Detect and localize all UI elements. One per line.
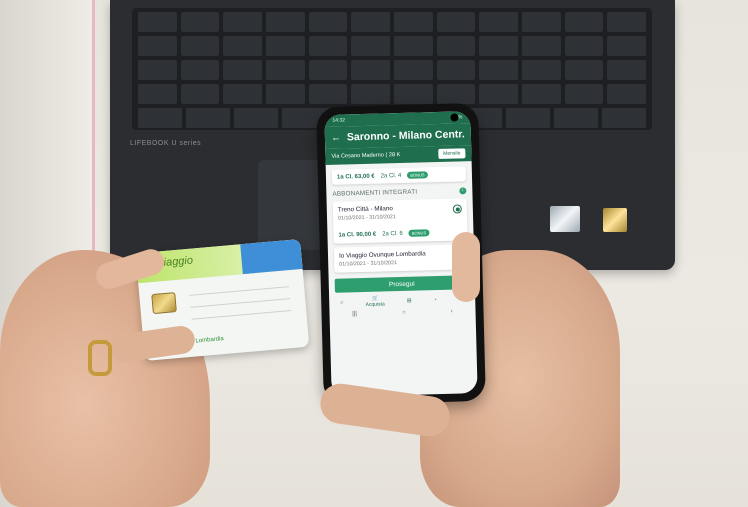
proceed-button[interactable]: Prosegui: [334, 275, 469, 293]
card-band-blue: [240, 239, 303, 275]
nav-home-icon[interactable]: ⌂: [340, 300, 343, 306]
nav-tickets-icon[interactable]: ▤: [407, 298, 412, 304]
nav-buy-label: Acquista: [365, 301, 385, 308]
ticket-dates: 01/10/2021 - 31/10/2021: [339, 260, 398, 268]
right-finger: [452, 232, 480, 302]
via-row: Via Cesano Maderno ( 28 K Mensile: [325, 145, 472, 165]
key-row: [138, 60, 647, 80]
ticket-option[interactable]: Io Viaggio Ovunque Lombardia 01/10/2021 …: [333, 244, 469, 273]
second-class-price: 2a Cl. 6: [382, 230, 403, 237]
gold-ring: [88, 340, 112, 376]
base-price-box[interactable]: 1a Cl. 63,00 € 2a Cl. 4 BONUS: [331, 166, 467, 185]
back-arrow-icon[interactable]: ←: [331, 132, 341, 143]
gold-sticker: [603, 208, 627, 232]
monthly-button[interactable]: Mensile: [438, 148, 466, 159]
ticket-option[interactable]: Treno Città - Milano 01/10/2021 - 31/10/…: [332, 198, 468, 244]
card-field-line: [191, 310, 292, 320]
bonus-badge: BONUS: [407, 171, 428, 179]
silver-sticker: [550, 206, 580, 232]
status-time: 14:32: [332, 117, 346, 124]
via-label: Via Cesano Maderno ( 28 K: [331, 151, 401, 160]
first-class-price: 1a Cl. 90,00 €: [338, 231, 377, 239]
first-class-price: 1a Cl. 63,00 €: [336, 173, 375, 181]
info-icon[interactable]: i: [459, 187, 467, 195]
key-row: [138, 84, 647, 104]
second-class-price: 2a Cl. 4: [380, 172, 402, 180]
home-circle-icon[interactable]: ○: [402, 310, 406, 316]
card-chip: [151, 292, 177, 315]
card-field-line: [189, 286, 290, 296]
bonus-badge: BONUS: [408, 229, 430, 237]
section-header: ABBONAMENTI INTEGRATI i: [332, 187, 467, 198]
key-row: [138, 36, 647, 56]
system-back-icon[interactable]: ‹: [451, 309, 453, 315]
nav-alerts-icon[interactable]: ◔: [434, 297, 437, 303]
key-row: [138, 12, 647, 32]
card-field-line: [190, 298, 291, 308]
route-title: Saronno - Milano Centr...: [346, 128, 466, 144]
laptop-brand: LIFEBOOK U series: [130, 140, 202, 147]
nav-buy[interactable]: 🛒 Acquista: [365, 295, 385, 308]
recent-apps-icon[interactable]: |||: [352, 311, 357, 317]
photo-scene: LIFEBOOK U series io viaggio ✚ Regione L…: [0, 0, 748, 507]
section-title: ABBONAMENTI INTEGRATI: [332, 188, 418, 198]
ticket-prices: 1a Cl. 90,00 € 2a Cl. 6 BONUS: [338, 228, 462, 238]
ticket-dates: 01/10/2021 - 31/10/2021: [337, 214, 396, 222]
